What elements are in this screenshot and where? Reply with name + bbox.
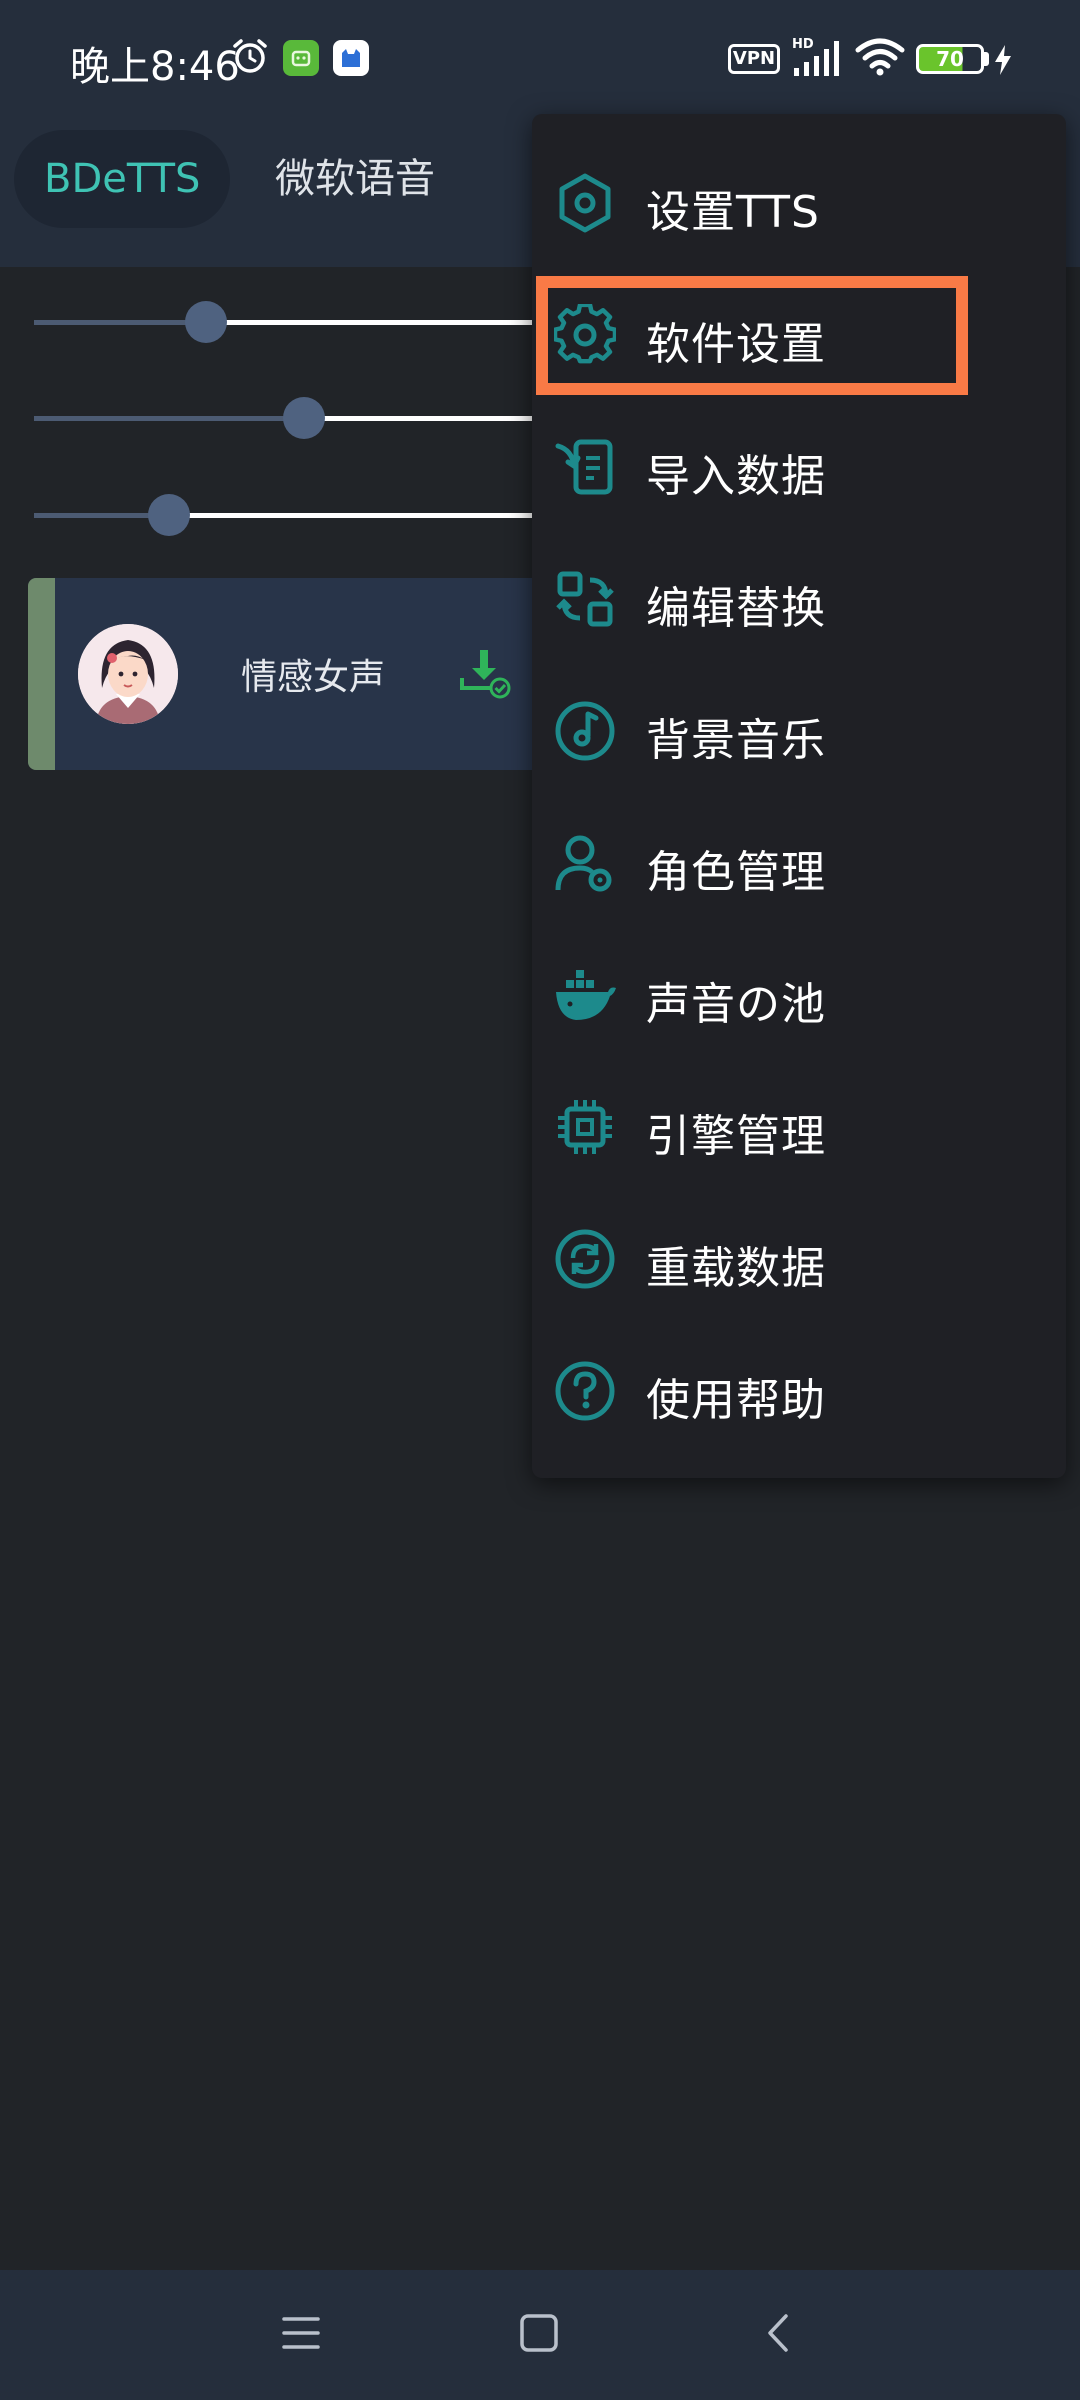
alarm-icon — [233, 39, 267, 73]
slider-track-filled — [34, 320, 206, 325]
menu-item-edit-replace[interactable]: 编辑替换 — [532, 532, 1066, 664]
downloaded-icon[interactable] — [458, 646, 514, 702]
signal-icon: HD — [792, 37, 839, 76]
pitch-slider[interactable] — [34, 397, 554, 439]
wifi-icon — [855, 38, 905, 76]
user-settings-icon — [555, 835, 612, 892]
help-icon — [555, 1361, 615, 1421]
tab-bdetts[interactable]: BDeTTS — [14, 130, 231, 228]
battery-tip — [984, 52, 989, 66]
avatar — [78, 624, 178, 724]
chip-icon — [558, 1100, 612, 1154]
tab-microsoft-voice[interactable]: 微软语音 — [245, 130, 465, 228]
menu-item-label: 使用帮助 — [646, 1375, 826, 1426]
menu-item-label: 设置TTS — [646, 187, 820, 238]
slider-thumb[interactable] — [148, 494, 190, 536]
app-notification-icon — [283, 40, 319, 76]
app-notification-icon — [333, 40, 369, 76]
status-time: 晚上8:46 — [70, 44, 240, 90]
menu-item-import-data[interactable]: 导入数据 — [532, 400, 1066, 532]
reload-icon — [555, 1229, 615, 1289]
slider-track — [304, 416, 554, 421]
menu-item-voice-pool[interactable]: 声音の池 — [532, 928, 1066, 1060]
volume-slider[interactable] — [34, 494, 554, 536]
menu-item-label: 背景音乐 — [646, 715, 826, 766]
highlight-box — [536, 276, 968, 395]
menu-item-label: 编辑替换 — [646, 583, 826, 634]
voice-card-accent — [28, 578, 55, 770]
battery-indicator: 70 — [916, 44, 984, 74]
home-icon[interactable] — [516, 2310, 562, 2356]
slider-thumb[interactable] — [185, 301, 227, 343]
whale-icon — [556, 970, 616, 1020]
menu-item-role-management[interactable]: 角色管理 — [532, 796, 1066, 928]
vpn-badge: VPN — [728, 44, 780, 74]
replace-icon — [556, 571, 614, 627]
menu-item-tts-settings[interactable]: 设置TTS — [532, 136, 1066, 268]
slider-track-filled — [34, 416, 304, 421]
status-bar: 晚上8:46 VPN HD 70 — [0, 0, 1080, 115]
menu-item-label: 声音の池 — [646, 979, 826, 1030]
hexagon-settings-icon — [559, 173, 611, 233]
import-icon — [555, 439, 613, 495]
menu-icon[interactable] — [278, 2310, 324, 2356]
svg-text:HD: HD — [792, 37, 814, 52]
voice-name: 情感女声 — [241, 657, 386, 698]
navigation-bar — [0, 2270, 1080, 2400]
voice-card[interactable]: 情感女声 — [28, 578, 588, 770]
rate-slider[interactable] — [34, 301, 554, 343]
slider-thumb[interactable] — [283, 397, 325, 439]
charging-icon — [995, 45, 1011, 75]
menu-item-reload-data[interactable]: 重载数据 — [532, 1192, 1066, 1324]
menu-item-label: 角色管理 — [646, 847, 826, 898]
slider-track — [206, 320, 554, 325]
slider-track — [169, 513, 554, 518]
menu-item-label: 引擎管理 — [646, 1111, 826, 1162]
menu-item-engine-management[interactable]: 引擎管理 — [532, 1060, 1066, 1192]
menu-item-label: 重载数据 — [646, 1243, 826, 1294]
menu-item-label: 导入数据 — [646, 451, 826, 502]
screen: 晚上8:46 VPN HD 70 BDeTTS 微软语音 情感女声 设置TTS … — [0, 0, 1080, 2400]
menu-item-background-music[interactable]: 背景音乐 — [532, 664, 1066, 796]
back-icon[interactable] — [756, 2310, 802, 2356]
menu-item-help[interactable]: 使用帮助 — [532, 1324, 1066, 1456]
music-disc-icon — [555, 701, 615, 761]
